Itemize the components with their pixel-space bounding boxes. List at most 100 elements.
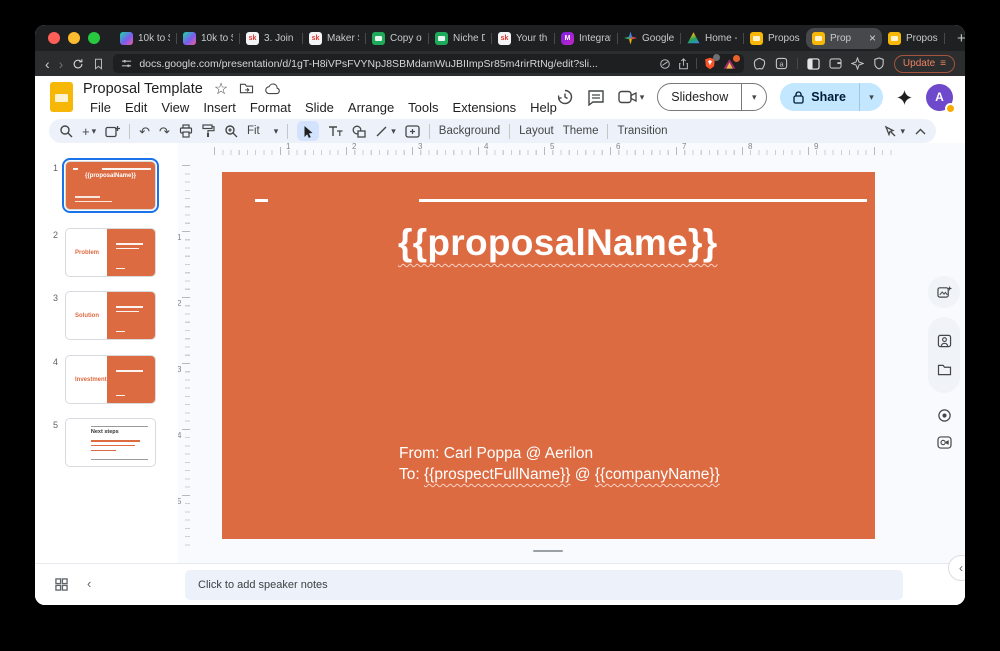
browser-tab[interactable]: sk3. Join 3 — [240, 25, 302, 51]
browser-tab[interactable]: MIntegratio — [555, 25, 617, 51]
zoom-window-button[interactable] — [88, 32, 100, 44]
slide-thumbnail-2[interactable]: Problem — [65, 228, 156, 277]
pen-tool-icon[interactable] — [884, 125, 897, 138]
background-button[interactable]: Background — [439, 125, 500, 137]
share-icon[interactable] — [678, 58, 689, 70]
zoom-fit-label[interactable]: Fit — [247, 125, 260, 137]
theme-button[interactable]: Theme — [563, 125, 599, 137]
redo-icon[interactable]: ↷ — [159, 125, 170, 138]
slide-thumbnail-3[interactable]: Solution — [65, 291, 156, 340]
browser-tab[interactable]: Niche Di — [429, 25, 491, 51]
line-tool-icon[interactable] — [375, 125, 388, 138]
speaker-notes-input[interactable]: Click to add speaker notes — [185, 570, 903, 600]
slide-thumbnail-1[interactable]: {{proposalName}} — [65, 161, 156, 210]
wallet-icon[interactable] — [829, 58, 842, 69]
screen-record-icon[interactable] — [937, 436, 952, 449]
site-settings-icon[interactable] — [121, 58, 132, 69]
move-folder-icon[interactable] — [239, 82, 254, 95]
browser-tab[interactable]: Copy of — [366, 25, 428, 51]
pen-tool-caret[interactable]: ▾ — [900, 126, 905, 137]
slide-editor-canvas[interactable]: {{proposalName}} From: Carl Poppa @ Aeri… — [222, 172, 875, 539]
menu-tools[interactable]: Tools — [401, 100, 445, 115]
menu-edit[interactable]: Edit — [118, 100, 154, 115]
zoom-fit-caret[interactable]: ▾ — [274, 126, 279, 137]
extension-triangle-icon[interactable] — [723, 58, 736, 70]
url-field[interactable]: docs.google.com/presentation/d/1gT-H8iVP… — [113, 54, 744, 73]
translate-box-icon[interactable]: a — [775, 57, 788, 70]
document-title[interactable]: Proposal Template — [83, 81, 203, 97]
browser-tab[interactable]: 10k to $1 — [177, 25, 239, 51]
transition-button[interactable]: Transition — [617, 125, 667, 137]
slide-thumbnail-5[interactable]: Next steps — [65, 418, 156, 467]
shapes-icon[interactable] — [352, 125, 366, 138]
slides-logo-icon[interactable] — [50, 82, 73, 112]
insert-image-icon[interactable] — [405, 125, 420, 138]
print-icon[interactable] — [179, 124, 193, 138]
menu-slide[interactable]: Slide — [298, 100, 341, 115]
slideshow-caret[interactable]: ▾ — [741, 84, 766, 110]
brave-shield-icon[interactable] — [704, 57, 716, 70]
search-icon[interactable] — [59, 124, 73, 138]
browser-tab[interactable]: Google G — [618, 25, 680, 51]
bookmark-icon[interactable] — [93, 58, 104, 70]
menu-extensions[interactable]: Extensions — [446, 100, 524, 115]
undo-icon[interactable]: ↶ — [139, 125, 150, 138]
grid-view-icon[interactable] — [55, 578, 68, 591]
layout-button[interactable]: Layout — [519, 125, 554, 137]
share-caret[interactable]: ▾ — [859, 83, 883, 111]
menu-file[interactable]: File — [83, 100, 118, 115]
zoom-in-icon[interactable] — [224, 124, 238, 138]
browser-tab-active[interactable]: Prop× — [806, 28, 882, 49]
browser-tab[interactable]: 10k to $1 — [114, 25, 176, 51]
new-slide-plus-icon[interactable]: + — [82, 125, 90, 138]
reader-mode-icon[interactable] — [659, 58, 671, 70]
comments-icon[interactable] — [587, 89, 605, 106]
select-tool-button[interactable] — [297, 121, 319, 141]
star-icon[interactable]: ☆ — [214, 79, 228, 99]
menu-view[interactable]: View — [154, 100, 196, 115]
paint-format-icon[interactable] — [202, 124, 215, 138]
extension-blob-icon[interactable] — [753, 57, 766, 70]
gemini-sparkle-icon[interactable] — [896, 89, 913, 106]
slide-thumbnail-4[interactable]: Investment — [65, 355, 156, 404]
slide-fromto-textbox[interactable]: From: Carl Poppa @ Aerilon To: {{prospec… — [399, 443, 720, 485]
leo-ai-sparkle-icon[interactable] — [851, 57, 864, 70]
forward-button[interactable]: › — [59, 57, 64, 71]
menu-insert[interactable]: Insert — [196, 100, 243, 115]
record-target-icon[interactable] — [937, 408, 952, 423]
collapse-filmstrip-icon[interactable]: ‹ — [87, 576, 91, 591]
share-button[interactable]: Share ▾ — [780, 83, 883, 111]
collapse-toolbar-icon[interactable] — [915, 128, 926, 135]
sidebar-toggle-icon[interactable] — [807, 58, 820, 70]
text-box-icon[interactable] — [328, 125, 343, 137]
back-button[interactable]: ‹ — [45, 57, 50, 71]
privacy-shield-icon[interactable] — [873, 57, 885, 70]
browser-tab[interactable]: Proposal — [744, 25, 806, 51]
update-button[interactable]: Update ≡ — [894, 55, 955, 73]
meet-camera-icon[interactable] — [618, 90, 637, 104]
insert-image-ai-button[interactable] — [928, 276, 960, 308]
notes-resize-handle[interactable] — [533, 550, 563, 552]
slide-title-textbox[interactable]: {{proposalName}} — [398, 222, 717, 264]
folder-icon[interactable] — [937, 364, 952, 376]
close-window-button[interactable] — [48, 32, 60, 44]
browser-tab[interactable]: skMaker Sc — [303, 25, 365, 51]
minimize-window-button[interactable] — [68, 32, 80, 44]
image-person-icon[interactable] — [937, 334, 952, 348]
new-slide-caret[interactable]: ▾ — [92, 126, 97, 137]
reload-icon[interactable] — [72, 58, 84, 70]
avatar[interactable]: A — [926, 84, 953, 111]
browser-tab[interactable]: Proposal — [882, 25, 944, 51]
new-slide-layout-icon[interactable] — [105, 125, 120, 138]
line-tool-caret[interactable]: ▾ — [391, 126, 396, 137]
browser-tab[interactable]: Home - G — [681, 25, 743, 51]
menu-arrange[interactable]: Arrange — [341, 100, 401, 115]
menu-format[interactable]: Format — [243, 100, 298, 115]
cloud-status-icon[interactable] — [265, 83, 281, 95]
tab-close-icon[interactable]: × — [869, 33, 876, 43]
version-history-icon[interactable] — [556, 88, 574, 106]
new-tab-button[interactable]: + — [957, 30, 965, 47]
camera-caret-icon[interactable]: ▾ — [640, 92, 645, 103]
slideshow-button[interactable]: Slideshow ▾ — [657, 83, 767, 111]
browser-tab[interactable]: skYour thi — [492, 25, 554, 51]
